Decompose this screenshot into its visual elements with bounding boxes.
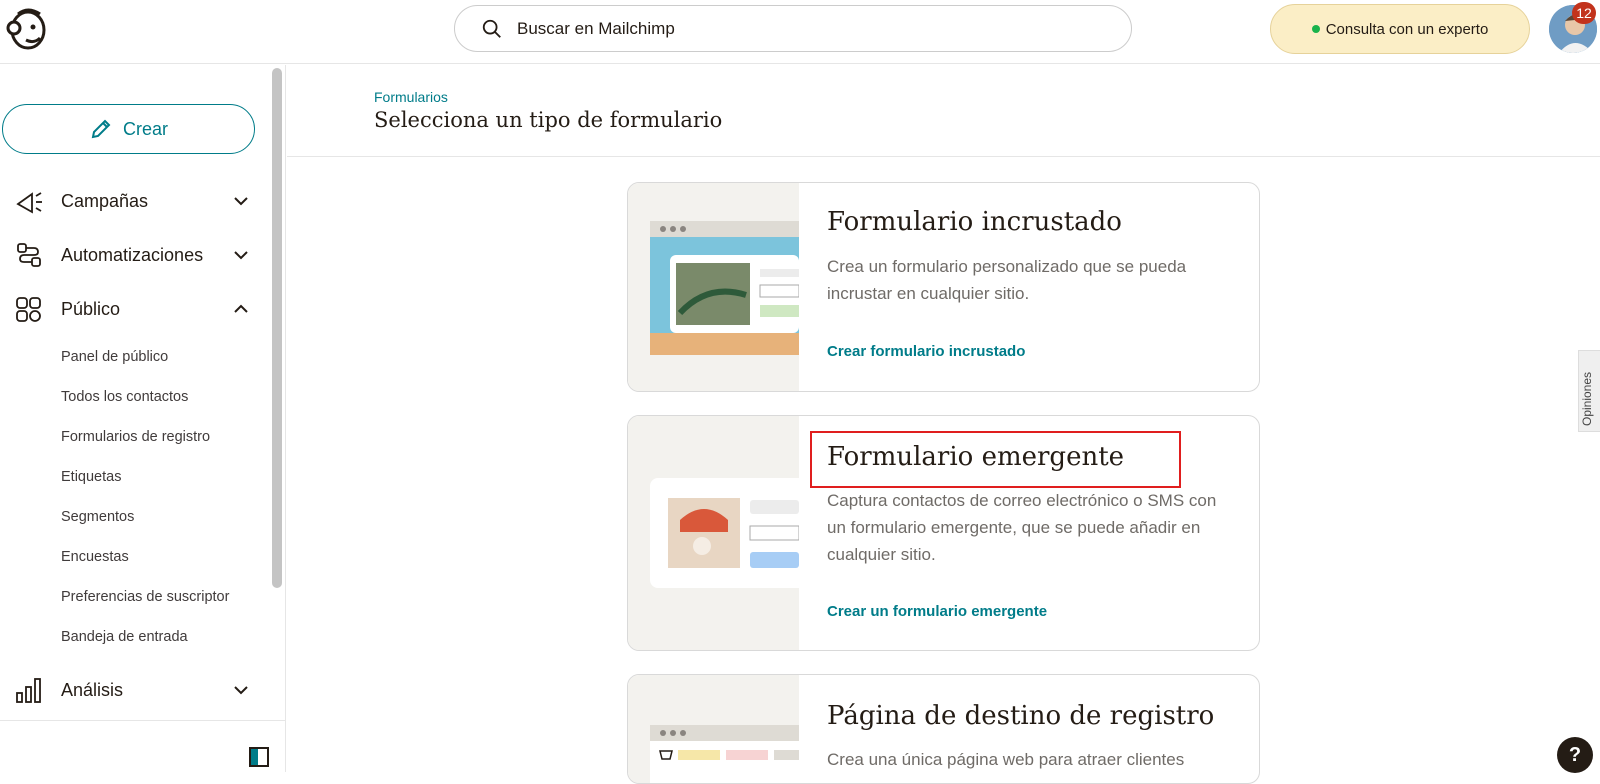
card-title: Formulario incrustado bbox=[827, 207, 1122, 237]
sidebar-subitem-segments[interactable]: Segmentos bbox=[61, 509, 134, 525]
embedded-form-illustration bbox=[628, 183, 800, 391]
header-divider bbox=[287, 156, 1600, 157]
search-input[interactable]: Buscar en Mailchimp bbox=[454, 5, 1132, 52]
sidebar-subitem-all-contacts[interactable]: Todos los contactos bbox=[61, 389, 188, 405]
audience-icon bbox=[16, 297, 41, 322]
sidebar-subitem-signup-forms[interactable]: Formularios de registro bbox=[61, 429, 210, 445]
sidebar bbox=[0, 65, 286, 772]
chevron-down-icon bbox=[234, 197, 248, 206]
sidebar-subitem-inbox[interactable]: Bandeja de entrada bbox=[61, 629, 188, 645]
sidebar-subitem-audience-dashboard[interactable]: Panel de público bbox=[61, 349, 168, 365]
expert-consult-label: Consulta con un experto bbox=[1325, 20, 1489, 38]
sidebar-item-label: Análisis bbox=[61, 679, 124, 700]
chevron-down-icon bbox=[234, 251, 248, 260]
card-description: Crea una única página web para atraer cl… bbox=[827, 750, 1185, 769]
search-icon bbox=[482, 19, 501, 38]
card-description: Captura contactos de correo electrónico … bbox=[827, 491, 1217, 564]
sidebar-footer bbox=[0, 720, 286, 772]
sidebar-subitem-tags[interactable]: Etiquetas bbox=[61, 469, 121, 485]
form-type-card-landing-page[interactable]: Página de destino de registro Crea una ú… bbox=[627, 674, 1260, 784]
sidebar-item-campaigns[interactable]: Campañas bbox=[0, 181, 260, 221]
create-embedded-form-link[interactable]: Crear formulario incrustado bbox=[827, 343, 1025, 360]
sidebar-subitem-surveys[interactable]: Encuestas bbox=[61, 549, 129, 565]
create-button[interactable]: Crear bbox=[2, 104, 255, 154]
sidebar-item-label: Campañas bbox=[61, 190, 149, 211]
help-button[interactable]: ? bbox=[1557, 737, 1593, 773]
sidebar-item-label: Público bbox=[61, 298, 121, 319]
form-type-card-embedded[interactable]: Formulario incrustado Crea un formulario… bbox=[627, 182, 1260, 392]
sidebar-item-audience[interactable]: Público bbox=[0, 289, 260, 329]
sidebar-item-label: Automatizaciones bbox=[61, 244, 204, 265]
mailchimp-logo-icon[interactable] bbox=[4, 6, 48, 52]
card-description: Crea un formulario personalizado que se … bbox=[827, 257, 1187, 303]
sidebar-subitem-subscriber-preferences[interactable]: Preferencias de suscriptor bbox=[61, 589, 229, 605]
chevron-up-icon bbox=[234, 304, 248, 313]
status-dot-icon bbox=[1311, 25, 1320, 33]
expert-consult-button[interactable]: Consulta con un experto bbox=[1270, 4, 1530, 54]
pencil-icon bbox=[91, 119, 111, 139]
notification-badge: 12 bbox=[1572, 2, 1596, 24]
chevron-down-icon bbox=[234, 686, 248, 695]
landing-page-illustration bbox=[628, 675, 799, 783]
breadcrumb[interactable]: Formularios bbox=[374, 89, 448, 105]
search-placeholder: Buscar en Mailchimp bbox=[517, 18, 675, 38]
sidebar-collapse-icon[interactable] bbox=[249, 747, 269, 767]
highlight-box bbox=[810, 431, 1181, 488]
megaphone-icon bbox=[16, 192, 42, 214]
card-title: Página de destino de registro bbox=[827, 701, 1215, 731]
sidebar-scrollbar[interactable] bbox=[272, 68, 282, 588]
create-button-label: Crear bbox=[122, 118, 168, 139]
sidebar-item-analytics[interactable]: Análisis bbox=[0, 670, 260, 710]
analytics-icon bbox=[16, 678, 41, 703]
create-popup-form-link[interactable]: Crear un formulario emergente bbox=[827, 603, 1047, 620]
top-bar: Buscar en Mailchimp Consulta con un expe… bbox=[0, 0, 1600, 64]
popup-form-illustration bbox=[628, 416, 810, 650]
automation-icon bbox=[17, 243, 41, 267]
page-title: Selecciona un tipo de formulario bbox=[374, 108, 723, 132]
sidebar-item-automations[interactable]: Automatizaciones bbox=[0, 235, 260, 275]
feedback-label: Opiniones bbox=[1580, 371, 1594, 426]
